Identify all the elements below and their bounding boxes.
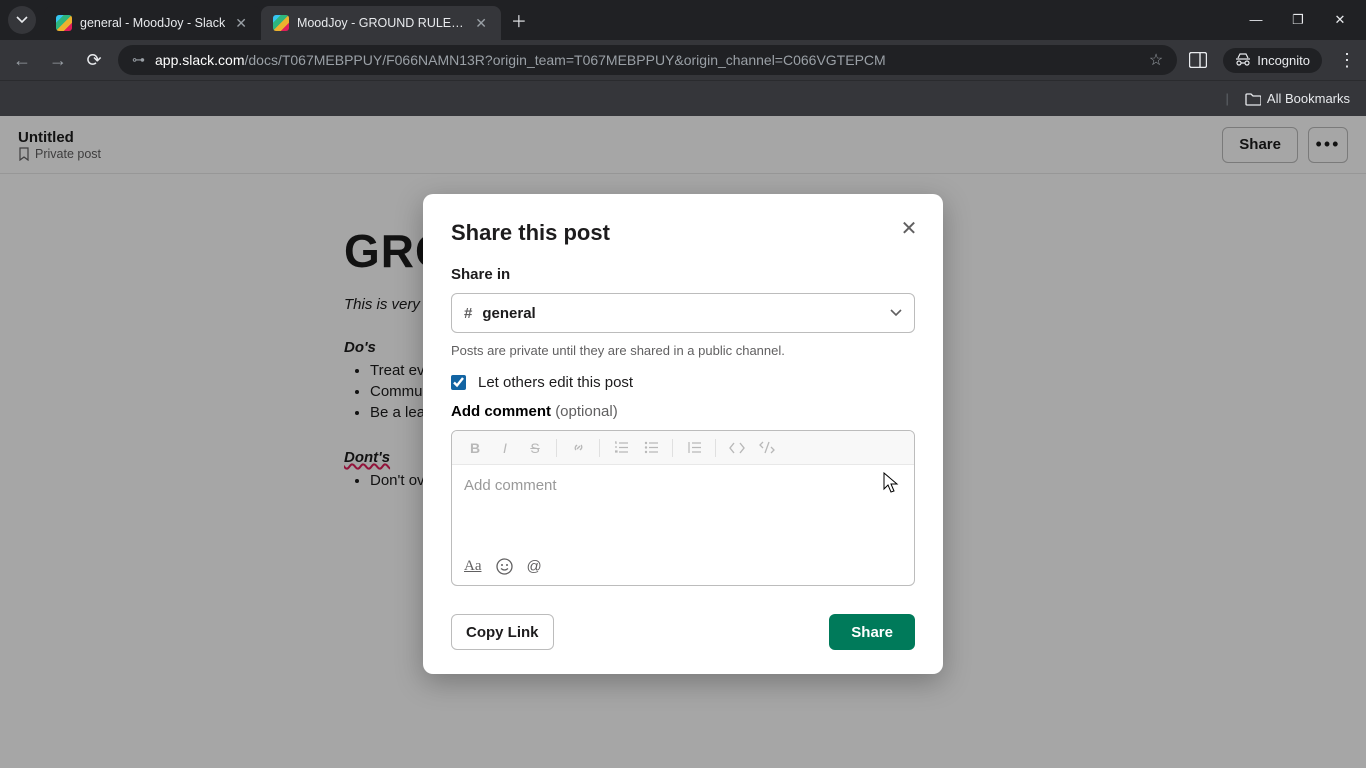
close-icon[interactable]: ✕: [233, 13, 249, 34]
slack-document-page: Untitled Private post Share ••• GRO This…: [0, 116, 1366, 768]
chevron-down-icon: [16, 14, 28, 26]
separator: |: [1226, 91, 1229, 106]
url-text: app.slack.com/docs/T067MEBPPUY/F066NAMN1…: [155, 52, 1139, 68]
browser-tab-inactive[interactable]: general - MoodJoy - Slack ✕: [44, 6, 261, 40]
bookmark-star-icon[interactable]: ☆: [1149, 50, 1163, 70]
emoji-icon[interactable]: [496, 558, 513, 575]
code-block-icon[interactable]: [754, 436, 780, 460]
back-button[interactable]: ←: [10, 50, 34, 71]
comment-editor: B I S: [451, 430, 915, 586]
bulleted-list-icon[interactable]: [638, 436, 664, 460]
copy-link-button[interactable]: Copy Link: [451, 614, 554, 650]
forward-button[interactable]: →: [46, 50, 70, 71]
separator: [672, 439, 673, 457]
close-window-icon[interactable]: ✕: [1330, 12, 1350, 28]
editor-action-row: Aa @: [452, 547, 914, 585]
share-submit-button[interactable]: Share: [829, 614, 915, 650]
share-post-modal: Share this post ✕ Share in # general Pos…: [423, 194, 943, 674]
window-controls: ― ❐ ✕: [1246, 12, 1358, 28]
url-host: app.slack.com: [155, 52, 244, 68]
minimize-icon[interactable]: ―: [1246, 12, 1266, 28]
share-in-label: Share in: [451, 266, 915, 283]
browser-tab-strip: general - MoodJoy - Slack ✕ MoodJoy - GR…: [0, 0, 1366, 40]
address-bar[interactable]: ⊶ app.slack.com/docs/T067MEBPPUY/F066NAM…: [118, 45, 1177, 75]
site-info-icon[interactable]: ⊶: [132, 52, 145, 68]
blockquote-icon[interactable]: [681, 436, 707, 460]
channel-name: general: [482, 305, 880, 322]
slack-favicon-icon: [56, 15, 72, 31]
comment-label-text: Add comment: [451, 403, 551, 420]
incognito-indicator[interactable]: Incognito: [1223, 48, 1322, 73]
tab-title: MoodJoy - GROUND RULES - S: [297, 16, 465, 30]
modal-title: Share this post: [451, 220, 915, 246]
share-hint: Posts are private until they are shared …: [451, 343, 915, 358]
reload-button[interactable]: ⟳: [82, 50, 106, 71]
hash-icon: #: [464, 305, 472, 322]
modal-close-button[interactable]: ✕: [895, 214, 923, 242]
ordered-list-icon[interactable]: [608, 436, 634, 460]
let-others-edit-row[interactable]: Let others edit this post: [451, 374, 915, 391]
comment-textarea[interactable]: Add comment: [452, 465, 914, 547]
separator: [556, 439, 557, 457]
strikethrough-icon[interactable]: S: [522, 436, 548, 460]
chevron-down-icon: [890, 307, 902, 319]
link-icon[interactable]: [565, 436, 591, 460]
incognito-label: Incognito: [1257, 53, 1310, 68]
browser-toolbar: ← → ⟳ ⊶ app.slack.com/docs/T067MEBPPUY/F…: [0, 40, 1366, 80]
folder-icon: [1245, 92, 1261, 106]
side-panel-icon[interactable]: [1189, 52, 1207, 68]
mention-icon[interactable]: @: [527, 558, 542, 575]
bold-icon[interactable]: B: [462, 436, 488, 460]
code-icon[interactable]: [724, 436, 750, 460]
editor-toolbar: B I S: [452, 431, 914, 465]
tab-title: general - MoodJoy - Slack: [80, 16, 225, 30]
let-others-edit-checkbox[interactable]: [451, 375, 466, 390]
close-icon[interactable]: ✕: [473, 13, 489, 34]
tab-search-button[interactable]: [8, 6, 36, 34]
all-bookmarks-label: All Bookmarks: [1267, 91, 1350, 106]
toolbar-right: Incognito ⋮: [1189, 48, 1356, 73]
channel-select[interactable]: # general: [451, 293, 915, 333]
url-path: /docs/T067MEBPPUY/F066NAMN13R?origin_tea…: [244, 52, 885, 68]
maximize-icon[interactable]: ❐: [1288, 12, 1308, 28]
incognito-icon: [1235, 53, 1251, 67]
italic-icon[interactable]: I: [492, 436, 518, 460]
slack-favicon-icon: [273, 15, 289, 31]
bookmarks-bar: | All Bookmarks: [0, 80, 1366, 116]
formatting-toggle-icon[interactable]: Aa: [464, 558, 482, 575]
separator: [715, 439, 716, 457]
new-tab-button[interactable]: ＋: [505, 6, 533, 34]
all-bookmarks-button[interactable]: All Bookmarks: [1245, 91, 1350, 106]
browser-menu-button[interactable]: ⋮: [1338, 50, 1356, 71]
add-comment-label: Add comment (optional): [451, 403, 915, 420]
let-others-edit-label: Let others edit this post: [478, 374, 633, 391]
comment-optional-text: (optional): [555, 403, 618, 420]
browser-tab-active[interactable]: MoodJoy - GROUND RULES - S ✕: [261, 6, 501, 40]
modal-footer: Copy Link Share: [451, 614, 915, 650]
separator: [599, 439, 600, 457]
